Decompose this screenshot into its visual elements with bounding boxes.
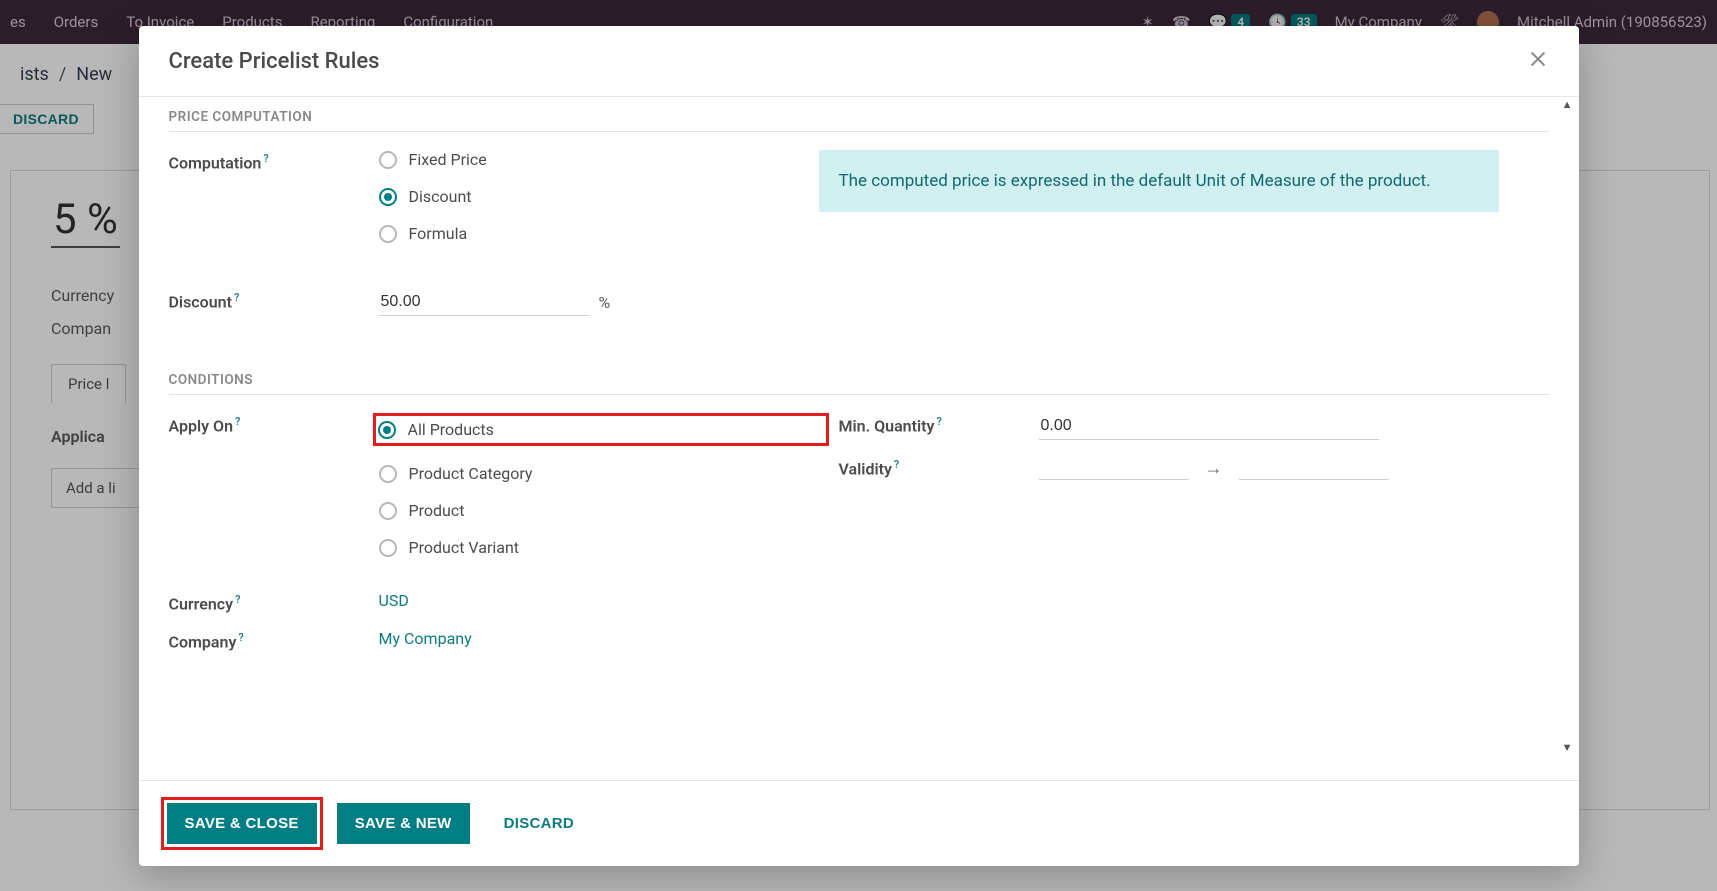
discount-input[interactable]: [379, 289, 589, 316]
min-quantity-input[interactable]: [1039, 413, 1379, 440]
discard-button[interactable]: DISCARD: [486, 803, 592, 844]
modal-footer: SAVE & CLOSE SAVE & NEW DISCARD: [139, 780, 1579, 866]
radio-label: Product Category: [409, 464, 533, 483]
field-discount: Discount? %: [169, 277, 829, 320]
radio-label: Fixed Price: [409, 150, 487, 169]
close-icon: [1527, 48, 1549, 70]
radio-product-variant[interactable]: [379, 539, 397, 557]
radio-label: Formula: [409, 224, 468, 243]
modal-header: Create Pricelist Rules: [139, 26, 1579, 97]
validity-end-input[interactable]: [1239, 456, 1389, 480]
help-icon[interactable]: ?: [235, 415, 240, 428]
help-icon[interactable]: ?: [235, 593, 240, 606]
modal-title: Create Pricelist Rules: [169, 49, 380, 74]
radio-product-category[interactable]: [379, 465, 397, 483]
field-company: Company? My Company: [169, 617, 829, 655]
radio-all-products[interactable]: [378, 421, 396, 439]
apply-on-option-all-products[interactable]: All Products: [378, 420, 494, 439]
modal-backdrop: Create Pricelist Rules ▲ PRICE COMPUTATI…: [0, 0, 1717, 891]
company-label: Company: [169, 633, 237, 652]
validity-label: Validity: [839, 459, 892, 478]
radio-label: All Products: [408, 420, 494, 439]
discount-label: Discount: [169, 292, 232, 311]
currency-label: Currency: [169, 594, 234, 613]
company-value[interactable]: My Company: [379, 629, 472, 648]
section-price-computation: PRICE COMPUTATION: [169, 109, 1549, 132]
discount-suffix: %: [599, 293, 611, 312]
field-validity: Validity? →: [839, 444, 1549, 484]
computation-label: Computation: [169, 153, 262, 172]
computation-option-fixed-price[interactable]: Fixed Price: [379, 150, 829, 169]
highlight-save-close: SAVE & CLOSE: [163, 799, 321, 848]
help-icon[interactable]: ?: [894, 458, 899, 471]
apply-on-option-product[interactable]: Product: [379, 501, 829, 520]
field-computation: Computation? Fixed Price Discount: [169, 138, 829, 247]
help-icon[interactable]: ?: [263, 152, 268, 165]
field-min-quantity: Min. Quantity?: [839, 401, 1549, 444]
computation-info-box: The computed price is expressed in the d…: [819, 150, 1499, 212]
help-icon[interactable]: ?: [234, 291, 239, 304]
apply-on-option-product-variant[interactable]: Product Variant: [379, 538, 829, 557]
radio-fixed-price[interactable]: [379, 151, 397, 169]
radio-formula[interactable]: [379, 225, 397, 243]
field-apply-on: Apply On? All Products Pr: [169, 401, 829, 561]
section-conditions: CONDITIONS: [169, 372, 1549, 395]
min-quantity-label: Min. Quantity: [839, 416, 935, 435]
computation-option-formula[interactable]: Formula: [379, 224, 829, 243]
highlight-apply-on-all-products: All Products: [373, 413, 829, 446]
apply-on-label: Apply On: [169, 416, 234, 435]
scroll-down-arrow-icon[interactable]: ▼: [1562, 741, 1573, 754]
help-icon[interactable]: ?: [238, 631, 243, 644]
radio-discount[interactable]: [379, 188, 397, 206]
radio-label: Product Variant: [409, 538, 520, 557]
save-and-close-button[interactable]: SAVE & CLOSE: [167, 803, 317, 844]
close-button[interactable]: [1527, 48, 1549, 74]
apply-on-option-product-category[interactable]: Product Category: [379, 464, 829, 483]
validity-start-input[interactable]: [1039, 456, 1189, 480]
radio-product[interactable]: [379, 502, 397, 520]
save-and-new-button[interactable]: SAVE & NEW: [337, 803, 470, 844]
modal-body: PRICE COMPUTATION Computation? Fixed Pri…: [139, 97, 1579, 780]
currency-value[interactable]: USD: [379, 591, 409, 610]
create-pricelist-rules-dialog: Create Pricelist Rules ▲ PRICE COMPUTATI…: [139, 26, 1579, 866]
help-icon[interactable]: ?: [936, 415, 941, 428]
computation-option-discount[interactable]: Discount: [379, 187, 829, 206]
field-currency: Currency? USD: [169, 579, 829, 617]
radio-label: Product: [409, 501, 465, 520]
arrow-right-icon: →: [1205, 458, 1223, 479]
radio-label: Discount: [409, 187, 472, 206]
